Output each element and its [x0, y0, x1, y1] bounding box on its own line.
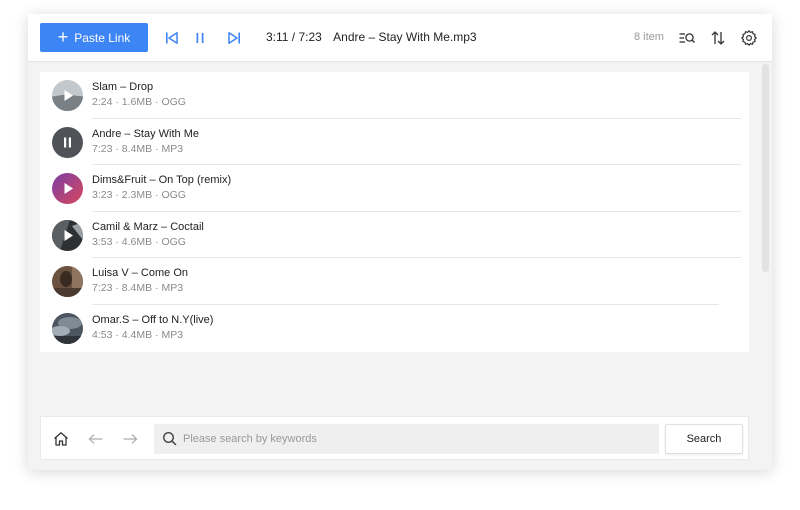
album-art [52, 126, 83, 158]
app-window: + Paste Link 3:11 / 7:23 Andre – Stay Wi… [28, 14, 772, 470]
track-title: Andre – Stay With Me [92, 127, 199, 140]
skip-previous-icon[interactable] [163, 29, 181, 47]
list-item[interactable]: Dims&Fruit – On Top (remix) 3:23 · 2.3MB… [40, 165, 749, 212]
skip-next-icon[interactable] [225, 29, 243, 47]
list-item[interactable]: Slam – Drop 2:24 · 1.6MB · OGG [40, 72, 749, 119]
playback-time: 3:11 / 7:23 [266, 30, 322, 44]
current-track-name: Andre – Stay With Me.mp3 [333, 30, 477, 44]
track-meta: 3:23 · 2.3MB · OGG [92, 189, 186, 201]
album-art [52, 312, 83, 344]
paste-link-button[interactable]: + Paste Link [40, 23, 148, 52]
item-count: 8 item [634, 31, 664, 43]
track-list: Slam – Drop 2:24 · 1.6MB · OGG Andre – S… [40, 72, 749, 352]
forward-arrow-icon[interactable] [121, 430, 139, 448]
search-box [154, 424, 659, 454]
bottom-bar: Search [40, 416, 749, 460]
vertical-scrollbar[interactable] [762, 64, 769, 272]
search-input[interactable] [183, 424, 653, 454]
album-art [52, 219, 83, 251]
paste-link-label: Paste Link [74, 30, 131, 45]
now-playing: 3:11 / 7:23 Andre – Stay With Me.mp3 [266, 30, 477, 44]
list-search-icon[interactable] [678, 29, 696, 47]
toolbar: + Paste Link 3:11 / 7:23 Andre – Stay Wi… [28, 14, 772, 62]
list-item[interactable]: Luisa V – Come On 7:23 · 8.4MB · MP3 [40, 258, 749, 305]
track-meta: 2:24 · 1.6MB · OGG [92, 96, 186, 108]
track-meta: 3:53 · 4.6MB · OGG [92, 235, 186, 248]
search-button[interactable]: Search [665, 424, 743, 454]
list-item[interactable]: Omar.S – Off to N.Y(live) 4:53 · 4.4MB ·… [40, 305, 749, 352]
track-title: Slam – Drop [92, 81, 154, 93]
sort-icon[interactable] [709, 29, 727, 47]
back-arrow-icon[interactable] [87, 430, 105, 448]
search-icon [162, 431, 178, 452]
pause-icon[interactable] [191, 29, 209, 47]
home-icon[interactable] [52, 430, 70, 448]
list-item[interactable]: Camil & Marz – Coctail 3:53 · 4.6MB · OG… [40, 212, 749, 258]
track-meta: 4:53 · 4.4MB · MP3 [92, 328, 184, 341]
track-meta: 7:23 · 8.4MB · MP3 [92, 142, 184, 155]
track-meta: 7:23 · 8.4MB · MP3 [92, 282, 184, 294]
track-title: Dims&Fruit – On Top (remix) [92, 174, 232, 186]
track-title: Omar.S – Off to N.Y(live) [92, 313, 214, 326]
track-title: Luisa V – Come On [92, 267, 188, 279]
gear-icon[interactable] [740, 29, 758, 47]
album-art [52, 80, 83, 111]
album-art [52, 266, 83, 297]
list-item[interactable]: Andre – Stay With Me 7:23 · 8.4MB · MP3 [40, 119, 749, 165]
track-title: Camil & Marz – Coctail [92, 220, 204, 233]
plus-icon: + [57, 26, 69, 47]
album-art [52, 173, 83, 204]
